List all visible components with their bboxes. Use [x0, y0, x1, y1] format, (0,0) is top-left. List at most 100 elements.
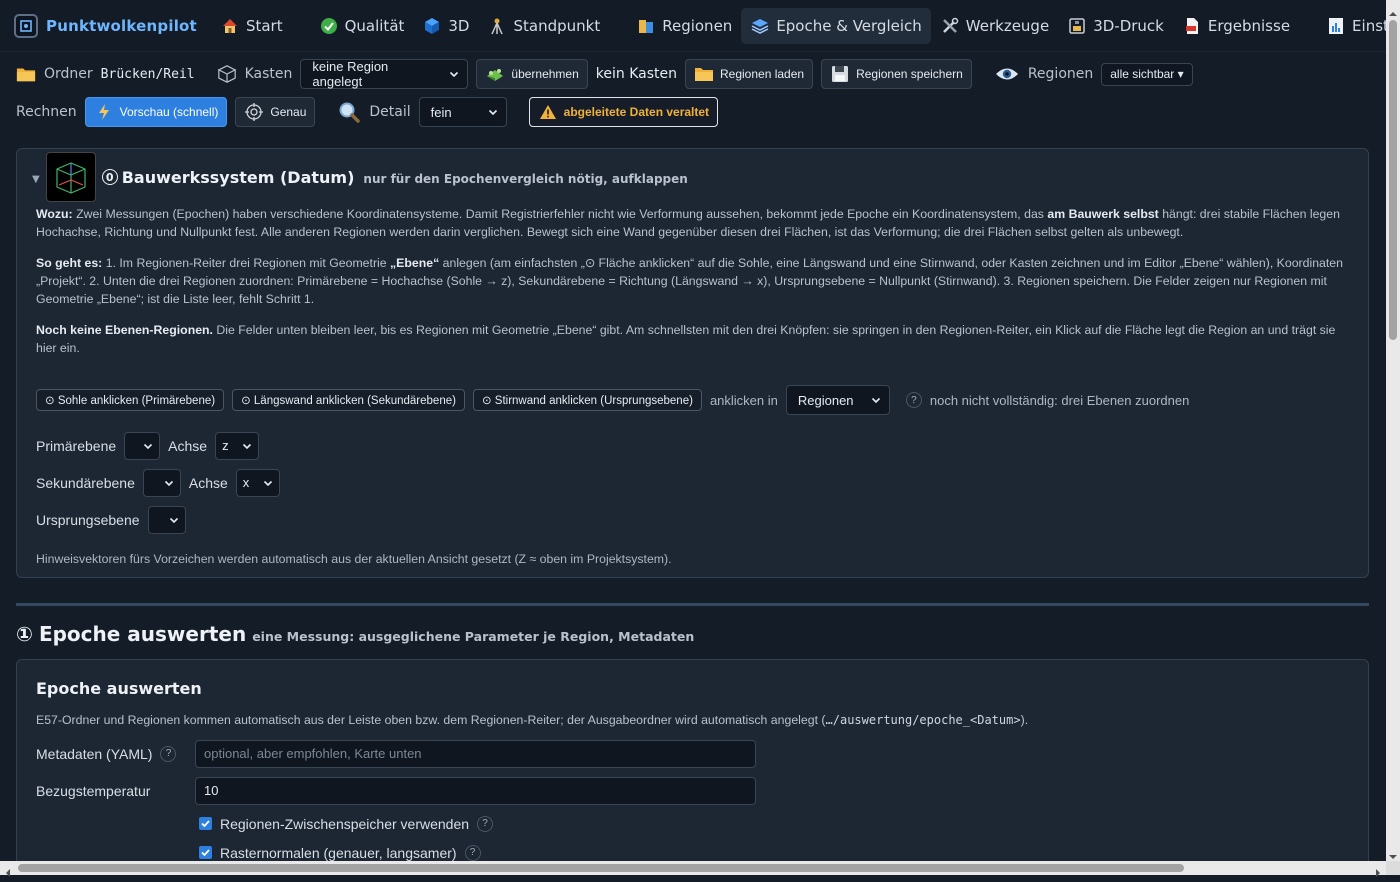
- regions-icon: [636, 16, 656, 36]
- help-icon[interactable]: ?: [477, 815, 494, 832]
- detail-select[interactable]: fein: [418, 97, 507, 127]
- help-icon[interactable]: ?: [160, 745, 177, 762]
- settings-chart-icon: [1326, 16, 1346, 36]
- box-outline-icon: [217, 64, 237, 84]
- epoche-desc-2: ).: [1020, 713, 1029, 727]
- sogehts-text-1: 1. Im Regionen-Reiter drei Regionen mit …: [102, 256, 391, 270]
- nav-epoche-vergleich[interactable]: Epoche & Vergleich: [741, 7, 931, 44]
- nav-werkzeuge-label: Werkzeuge: [965, 16, 1050, 35]
- datum-number: 0: [101, 169, 118, 185]
- collapse-triangle-icon[interactable]: ▼: [32, 174, 40, 185]
- layers-icon: [750, 16, 770, 36]
- ursprungsebene-select[interactable]: [147, 505, 186, 534]
- metadaten-label: Metadaten (YAML): [36, 745, 153, 762]
- bezugstemperatur-input[interactable]: 10: [195, 776, 756, 805]
- scroll-left-icon[interactable]: [3, 863, 13, 877]
- nav-einstellungen[interactable]: Einstellungen: [1317, 8, 1386, 44]
- nav-3d[interactable]: 3D: [413, 8, 478, 44]
- zwischenspeicher-checkbox[interactable]: [199, 817, 212, 830]
- wozu-bold: am Bauwerk selbst: [1047, 207, 1159, 221]
- sohle-anklicken-button[interactable]: ⊙ Sohle anklicken (Primärebene): [36, 389, 225, 411]
- nav-regionen[interactable]: Regionen: [627, 8, 741, 44]
- rasternormalen-checkbox[interactable]: [199, 846, 212, 859]
- nav-3d-druck-label: 3D-Druck: [1093, 16, 1164, 35]
- laengswand-anklicken-button[interactable]: ⊙ Längswand anklicken (Sekundärebene): [232, 389, 465, 411]
- sekundaerebene-row: Sekundärebene Achse x: [36, 464, 1349, 501]
- stirnwand-anklicken-button[interactable]: ⊙ Stirnwand anklicken (Ursprungsebene): [472, 389, 702, 411]
- noch-paragraph: Noch keine Ebenen-Regionen. Die Felder u…: [36, 321, 1349, 357]
- vertical-scroll-thumb[interactable]: [1389, 20, 1397, 340]
- rechnen-label: Rechnen: [16, 104, 77, 120]
- nav-ergebnisse-label: Ergebnisse: [1207, 16, 1291, 35]
- chevron-down-icon: [169, 515, 179, 525]
- epoche-section-title: ① Epoche auswerten eine Messung: ausgegl…: [16, 622, 694, 646]
- regionen-laden-label: Regionen laden: [720, 67, 805, 81]
- chevron-down-icon: [164, 478, 174, 488]
- eye-icon[interactable]: [994, 64, 1020, 84]
- vorschau-button[interactable]: Vorschau (schnell): [84, 97, 228, 127]
- help-icon[interactable]: ?: [905, 392, 922, 408]
- zwischenspeicher-label: Regionen-Zwischenspeicher verwenden: [220, 815, 470, 832]
- tripod-icon: [487, 16, 507, 36]
- home-icon: [220, 16, 240, 36]
- achse-select-2[interactable]: x: [235, 468, 280, 497]
- nav-werkzeuge[interactable]: Werkzeuge: [931, 8, 1058, 44]
- help-icon[interactable]: ?: [464, 844, 481, 861]
- printer-3d-icon: [1067, 16, 1087, 36]
- kein-kasten-text: kein Kasten: [595, 66, 677, 82]
- datum-header[interactable]: ▼ 0 Bauwerkssystem (Datum) nur für den E…: [32, 149, 1349, 205]
- nav-3d-druck[interactable]: 3D-Druck: [1058, 8, 1173, 44]
- detail-label: Detail: [369, 104, 411, 120]
- metadaten-label-wrap: Metadaten (YAML) ?: [36, 745, 195, 762]
- rasternormalen-label: Rasternormalen (genauer, langsamer): [220, 844, 457, 861]
- scrollbar-corner: [1386, 861, 1400, 875]
- epoche-card-title: Epoche auswerten: [36, 679, 202, 698]
- ursprungsebene-label: Ursprungsebene: [36, 511, 140, 528]
- nav-standpunkt-label: Standpunkt: [513, 16, 601, 35]
- horizontal-scrollbar[interactable]: [0, 861, 1386, 877]
- datum-subtitle: nur für den Epochenvergleich nötig, aufk…: [363, 171, 688, 186]
- hinweis-text: Hinweisvektoren fürs Vorzeichen werden a…: [36, 552, 672, 566]
- folder-icon[interactable]: [16, 64, 36, 84]
- scroll-right-icon[interactable]: [1373, 863, 1383, 877]
- sichtbarkeit-dropdown[interactable]: alle sichtbar ▾: [1101, 62, 1193, 86]
- sekundaerebene-select[interactable]: [142, 468, 181, 497]
- anklicken-in-select[interactable]: Regionen: [785, 385, 890, 415]
- brand[interactable]: Punktwolkenpilot: [14, 13, 197, 38]
- plane-pick-row: ⊙ Sohle anklicken (Primärebene) ⊙ Längsw…: [36, 385, 1349, 415]
- uebernehmen-button[interactable]: übernehmen: [476, 59, 588, 89]
- chevron-down-icon: [488, 107, 498, 117]
- metadaten-input[interactable]: optional, aber empfohlen, Karte unten: [195, 739, 756, 768]
- vertical-scrollbar[interactable]: [1386, 0, 1400, 861]
- epoche-subtitle: eine Messung: ausgeglichene Parameter je…: [252, 629, 695, 644]
- nav-start[interactable]: Start: [211, 8, 292, 44]
- wozu-label: Wozu:: [36, 207, 73, 221]
- scroll-up-icon[interactable]: [1388, 4, 1398, 16]
- achse-select-1[interactable]: z: [215, 431, 260, 460]
- kasten-select[interactable]: keine Region angelegt: [300, 59, 469, 89]
- nav-ergebnisse[interactable]: Ergebnisse: [1173, 8, 1299, 44]
- nav-standpunkt[interactable]: Standpunkt: [478, 8, 609, 44]
- detail-select-value: fein: [430, 104, 452, 120]
- veraltet-button[interactable]: abgeleitete Daten veraltet: [528, 97, 719, 127]
- genau-button[interactable]: Genau: [235, 97, 316, 127]
- anklicken-in-label: anklicken in: [709, 392, 778, 408]
- ordner-value: Brücken/Reil: [100, 66, 195, 82]
- noch-text: Die Felder unten bleiben leer, bis es Re…: [36, 323, 1336, 355]
- nav-qualitaet[interactable]: Qualität: [310, 8, 414, 44]
- primaerebene-select[interactable]: [124, 431, 161, 460]
- datum-panel: ▼ 0 Bauwerkssystem (Datum) nur für den E…: [16, 148, 1369, 578]
- nav-qualitaet-label: Qualität: [344, 16, 405, 35]
- achse-label-2: Achse: [188, 474, 228, 491]
- epoche-card: Epoche auswerten E57-Ordner und Regionen…: [16, 659, 1369, 861]
- logo-icon: [14, 13, 38, 38]
- regionen-speichern-button[interactable]: Regionen speichern: [821, 59, 972, 89]
- sogehts-bold: „Ebene“: [390, 256, 440, 270]
- bezugstemperatur-label: Bezugstemperatur: [36, 782, 151, 799]
- horizontal-scroll-thumb[interactable]: [18, 864, 1184, 872]
- epoche-number: ①: [16, 622, 33, 646]
- nav-regionen-label: Regionen: [662, 16, 733, 35]
- regionen-laden-button[interactable]: Regionen laden: [685, 59, 814, 89]
- page: Punktwolkenpilot Start Qualität 3D Stand…: [0, 0, 1386, 861]
- scroll-down-icon[interactable]: [1388, 847, 1398, 859]
